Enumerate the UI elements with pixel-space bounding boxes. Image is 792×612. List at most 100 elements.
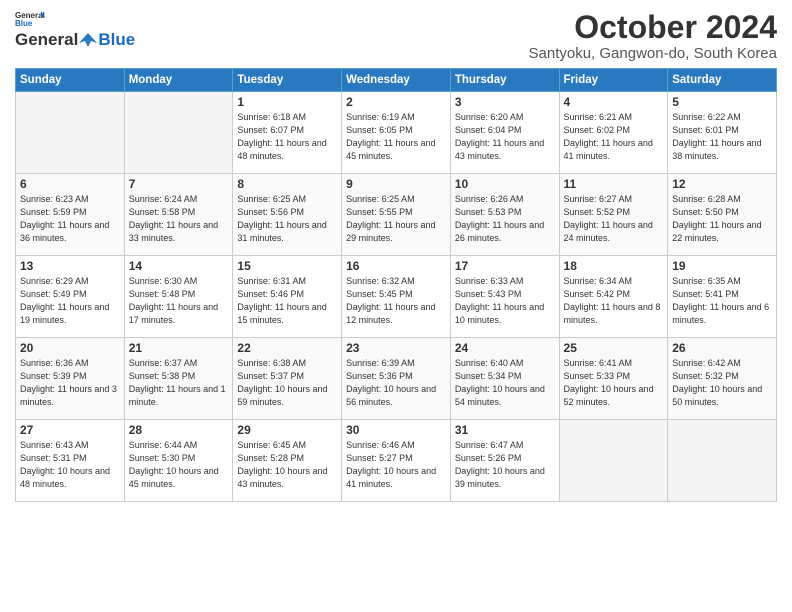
logo-blue: Blue	[98, 30, 135, 50]
day-cell	[559, 420, 668, 502]
day-number: 22	[237, 341, 337, 355]
week-row-4: 20 Sunrise: 6:36 AM Sunset: 5:39 PM Dayli…	[16, 338, 777, 420]
day-cell: 1Sunrise: 6:18 AM Sunset: 6:07 PM Daylig…	[233, 92, 342, 174]
day-number: 17	[455, 259, 555, 273]
day-info: Sunrise: 6:25 AM Sunset: 5:56 PM Dayligh…	[237, 193, 337, 245]
day-info: Sunrise: 6:44 AM Sunset: 5:30 PM Dayligh…	[129, 439, 229, 491]
day-info: Sunrise: 6:36 AM Sunset: 5:39 PM Dayligh…	[20, 357, 120, 409]
day-number: 19	[672, 259, 772, 273]
day-number: 31	[455, 423, 555, 437]
day-cell: 9 Sunrise: 6:25 AM Sunset: 5:55 PM Daylig…	[342, 174, 451, 256]
day-number: 11	[564, 177, 664, 191]
day-cell: 28 Sunrise: 6:44 AM Sunset: 5:30 PM Dayli…	[124, 420, 233, 502]
day-cell: 10Sunrise: 6:26 AM Sunset: 5:53 PM Dayli…	[450, 174, 559, 256]
logo-bird-icon	[79, 33, 97, 47]
day-info: Sunrise: 6:37 AM Sunset: 5:38 PM Dayligh…	[129, 357, 229, 409]
day-info: Sunrise: 6:32 AM Sunset: 5:45 PM Dayligh…	[346, 275, 446, 327]
day-number: 7	[129, 177, 229, 191]
header-row: SundayMondayTuesdayWednesdayThursdayFrid…	[16, 69, 777, 92]
day-info: Sunrise: 6:33 AM Sunset: 5:43 PM Dayligh…	[455, 275, 555, 327]
day-number: 4	[564, 95, 664, 109]
month-title: October 2024	[529, 10, 778, 45]
day-cell: 31 Sunrise: 6:47 AM Sunset: 5:26 PM Dayli…	[450, 420, 559, 502]
day-number: 14	[129, 259, 229, 273]
day-cell: 25 Sunrise: 6:41 AM Sunset: 5:33 PM Dayli…	[559, 338, 668, 420]
day-info: Sunrise: 6:35 AM Sunset: 5:41 PM Dayligh…	[672, 275, 772, 327]
day-number: 30	[346, 423, 446, 437]
day-number: 6	[20, 177, 120, 191]
day-info: Sunrise: 6:40 AM Sunset: 5:34 PM Dayligh…	[455, 357, 555, 409]
week-row-1: 1Sunrise: 6:18 AM Sunset: 6:07 PM Daylig…	[16, 92, 777, 174]
day-info: Sunrise: 6:34 AM Sunset: 5:42 PM Dayligh…	[564, 275, 664, 327]
day-number: 21	[129, 341, 229, 355]
day-cell: 19 Sunrise: 6:35 AM Sunset: 5:41 PM Dayli…	[668, 256, 777, 338]
col-header-sunday: Sunday	[16, 69, 125, 92]
day-number: 20	[20, 341, 120, 355]
day-number: 12	[672, 177, 772, 191]
day-info: Sunrise: 6:22 AM Sunset: 6:01 PM Dayligh…	[672, 111, 772, 163]
day-number: 26	[672, 341, 772, 355]
day-cell: 13 Sunrise: 6:29 AM Sunset: 5:49 PM Dayli…	[16, 256, 125, 338]
week-row-5: 27Sunrise: 6:43 AM Sunset: 5:31 PM Dayli…	[16, 420, 777, 502]
day-cell: 3Sunrise: 6:20 AM Sunset: 6:04 PM Daylig…	[450, 92, 559, 174]
day-cell: 24 Sunrise: 6:40 AM Sunset: 5:34 PM Dayli…	[450, 338, 559, 420]
day-number: 5	[672, 95, 772, 109]
day-cell: 8 Sunrise: 6:25 AM Sunset: 5:56 PM Daylig…	[233, 174, 342, 256]
day-info: Sunrise: 6:41 AM Sunset: 5:33 PM Dayligh…	[564, 357, 664, 409]
day-info: Sunrise: 6:46 AM Sunset: 5:27 PM Dayligh…	[346, 439, 446, 491]
day-number: 8	[237, 177, 337, 191]
day-info: Sunrise: 6:18 AM Sunset: 6:07 PM Dayligh…	[237, 111, 337, 163]
logo-icon: General Blue	[15, 10, 45, 28]
day-number: 15	[237, 259, 337, 273]
day-info: Sunrise: 6:43 AM Sunset: 5:31 PM Dayligh…	[20, 439, 120, 491]
day-cell: 30 Sunrise: 6:46 AM Sunset: 5:27 PM Dayli…	[342, 420, 451, 502]
day-cell: 2Sunrise: 6:19 AM Sunset: 6:05 PM Daylig…	[342, 92, 451, 174]
day-number: 24	[455, 341, 555, 355]
day-cell: 23Sunrise: 6:39 AM Sunset: 5:36 PM Dayli…	[342, 338, 451, 420]
day-number: 13	[20, 259, 120, 273]
col-header-thursday: Thursday	[450, 69, 559, 92]
title-block: October 2024 Santyoku, Gangwon-do, South…	[529, 10, 778, 62]
day-cell: 6Sunrise: 6:23 AM Sunset: 5:59 PM Daylig…	[16, 174, 125, 256]
day-number: 16	[346, 259, 446, 273]
day-cell: 5 Sunrise: 6:22 AM Sunset: 6:01 PM Daylig…	[668, 92, 777, 174]
day-info: Sunrise: 6:29 AM Sunset: 5:49 PM Dayligh…	[20, 275, 120, 327]
day-number: 25	[564, 341, 664, 355]
day-cell: 20 Sunrise: 6:36 AM Sunset: 5:39 PM Dayli…	[16, 338, 125, 420]
col-header-wednesday: Wednesday	[342, 69, 451, 92]
calendar-table: SundayMondayTuesdayWednesdayThursdayFrid…	[15, 68, 777, 502]
day-info: Sunrise: 6:21 AM Sunset: 6:02 PM Dayligh…	[564, 111, 664, 163]
day-info: Sunrise: 6:26 AM Sunset: 5:53 PM Dayligh…	[455, 193, 555, 245]
header: General Blue General Blue October 2024 S…	[15, 10, 777, 62]
day-cell: 17 Sunrise: 6:33 AM Sunset: 5:43 PM Dayli…	[450, 256, 559, 338]
day-info: Sunrise: 6:27 AM Sunset: 5:52 PM Dayligh…	[564, 193, 664, 245]
day-info: Sunrise: 6:28 AM Sunset: 5:50 PM Dayligh…	[672, 193, 772, 245]
day-info: Sunrise: 6:19 AM Sunset: 6:05 PM Dayligh…	[346, 111, 446, 163]
day-info: Sunrise: 6:31 AM Sunset: 5:46 PM Dayligh…	[237, 275, 337, 327]
day-info: Sunrise: 6:24 AM Sunset: 5:58 PM Dayligh…	[129, 193, 229, 245]
day-info: Sunrise: 6:45 AM Sunset: 5:28 PM Dayligh…	[237, 439, 337, 491]
day-cell: 26Sunrise: 6:42 AM Sunset: 5:32 PM Dayli…	[668, 338, 777, 420]
day-cell	[668, 420, 777, 502]
col-header-saturday: Saturday	[668, 69, 777, 92]
day-cell: 22 Sunrise: 6:38 AM Sunset: 5:37 PM Dayli…	[233, 338, 342, 420]
day-info: Sunrise: 6:25 AM Sunset: 5:55 PM Dayligh…	[346, 193, 446, 245]
day-cell: 15 Sunrise: 6:31 AM Sunset: 5:46 PM Dayli…	[233, 256, 342, 338]
day-info: Sunrise: 6:47 AM Sunset: 5:26 PM Dayligh…	[455, 439, 555, 491]
day-cell: 21 Sunrise: 6:37 AM Sunset: 5:38 PM Dayli…	[124, 338, 233, 420]
day-info: Sunrise: 6:39 AM Sunset: 5:36 PM Dayligh…	[346, 357, 446, 409]
day-cell: 7 Sunrise: 6:24 AM Sunset: 5:58 PM Daylig…	[124, 174, 233, 256]
day-cell: 14Sunrise: 6:30 AM Sunset: 5:48 PM Dayli…	[124, 256, 233, 338]
day-cell	[16, 92, 125, 174]
week-row-3: 13 Sunrise: 6:29 AM Sunset: 5:49 PM Dayli…	[16, 256, 777, 338]
day-number: 9	[346, 177, 446, 191]
page: General Blue General Blue October 2024 S…	[0, 0, 792, 612]
day-cell: 16 Sunrise: 6:32 AM Sunset: 5:45 PM Dayli…	[342, 256, 451, 338]
col-header-tuesday: Tuesday	[233, 69, 342, 92]
day-cell: 29 Sunrise: 6:45 AM Sunset: 5:28 PM Dayli…	[233, 420, 342, 502]
location: Santyoku, Gangwon-do, South Korea	[529, 45, 778, 62]
day-info: Sunrise: 6:38 AM Sunset: 5:37 PM Dayligh…	[237, 357, 337, 409]
day-number: 29	[237, 423, 337, 437]
day-number: 28	[129, 423, 229, 437]
svg-text:Blue: Blue	[15, 19, 33, 28]
